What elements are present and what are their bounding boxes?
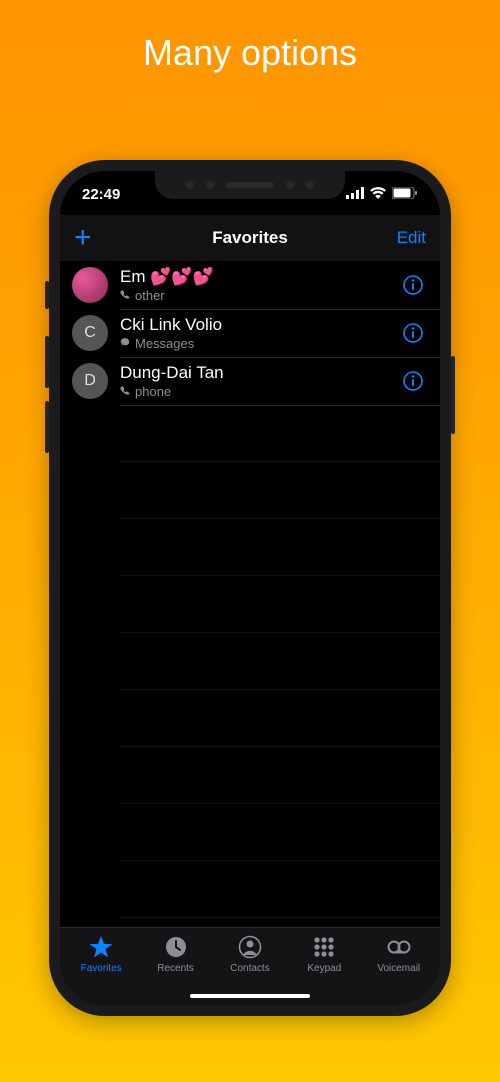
favorite-row[interactable]: Em 💕💕💕other <box>60 261 440 309</box>
wifi-icon <box>370 187 386 199</box>
recents-icon <box>163 934 189 960</box>
avatar: D <box>72 363 108 399</box>
tab-label: Voicemail <box>377 963 420 974</box>
tab-label: Favorites <box>81 963 122 974</box>
contacts-icon <box>237 934 263 960</box>
favorites-icon <box>88 934 114 960</box>
phone-icon <box>120 290 131 301</box>
contact-name: Em 💕💕💕 <box>120 267 398 287</box>
info-button[interactable] <box>398 270 428 300</box>
info-button[interactable] <box>398 366 428 396</box>
battery-icon <box>392 187 418 199</box>
tab-voicemail[interactable]: Voicemail <box>363 934 435 974</box>
empty-row <box>120 747 440 804</box>
voicemail-icon <box>386 934 412 960</box>
notch <box>155 171 345 199</box>
contact-name: Cki Link Volio <box>120 315 398 335</box>
empty-row <box>120 519 440 576</box>
contact-name: Dung-Dai Tan <box>120 363 398 383</box>
cellular-icon <box>346 187 364 199</box>
empty-row <box>120 804 440 861</box>
tab-contacts[interactable]: Contacts <box>214 934 286 974</box>
tab-keypad[interactable]: Keypad <box>288 934 360 974</box>
power-button[interactable] <box>451 356 455 434</box>
message-icon <box>120 338 131 349</box>
tab-label: Contacts <box>230 963 269 974</box>
page-heading: Many options <box>0 0 500 74</box>
phone-frame: 22:49 + Favorites Edit Em 💕💕💕other C Cki L… <box>49 160 451 1016</box>
mute-switch[interactable] <box>45 281 49 309</box>
add-button[interactable]: + <box>74 223 92 253</box>
avatar: C <box>72 315 108 351</box>
info-icon <box>402 322 424 344</box>
tab-label: Recents <box>157 963 194 974</box>
tab-label: Keypad <box>307 963 341 974</box>
empty-row <box>120 861 440 918</box>
contact-subtype: phone <box>120 384 398 399</box>
navigation-bar: + Favorites Edit <box>60 215 440 261</box>
empty-row <box>120 690 440 747</box>
contact-subtype: Messages <box>120 336 398 351</box>
empty-row <box>120 633 440 690</box>
volume-up-button[interactable] <box>45 336 49 388</box>
avatar <box>72 267 108 303</box>
info-icon <box>402 370 424 392</box>
status-time: 22:49 <box>82 186 120 203</box>
favorite-row[interactable]: D Dung-Dai Tanphone <box>60 357 440 405</box>
favorites-list: Em 💕💕💕other C Cki Link VolioMessages D Dung-… <box>60 261 440 927</box>
empty-row <box>120 405 440 462</box>
keypad-icon <box>311 934 337 960</box>
page-title: Favorites <box>212 228 288 248</box>
favorite-row[interactable]: C Cki Link VolioMessages <box>60 309 440 357</box>
volume-down-button[interactable] <box>45 401 49 453</box>
empty-row <box>120 462 440 519</box>
tab-recents[interactable]: Recents <box>140 934 212 974</box>
home-indicator[interactable] <box>190 994 310 998</box>
edit-button[interactable]: Edit <box>397 228 426 248</box>
info-icon <box>402 274 424 296</box>
contact-subtype: other <box>120 288 398 303</box>
info-button[interactable] <box>398 318 428 348</box>
tab-favorites[interactable]: Favorites <box>65 934 137 974</box>
empty-row <box>120 576 440 633</box>
phone-icon <box>120 386 131 397</box>
empty-row <box>120 918 440 927</box>
